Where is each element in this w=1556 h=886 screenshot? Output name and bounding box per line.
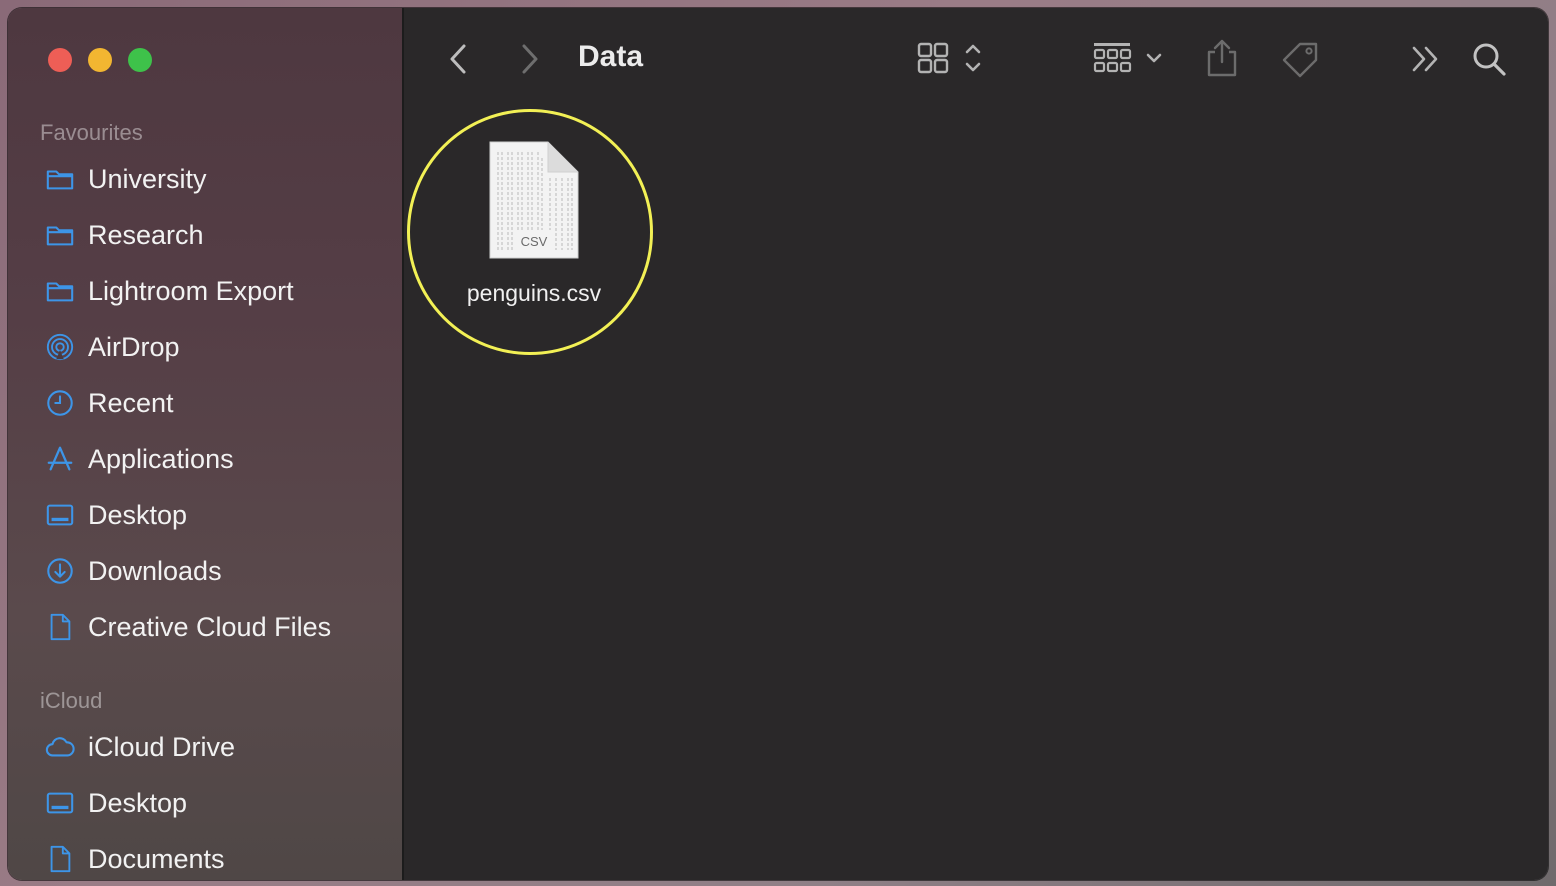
section-label-icloud: iCloud — [40, 688, 103, 713]
sidebar-item-recent[interactable]: Recent — [44, 383, 174, 423]
sidebar-item-university[interactable]: University — [44, 159, 207, 199]
sidebar-item-applications[interactable]: Applications — [44, 439, 234, 479]
sidebar-item-label: Documents — [88, 843, 225, 874]
forward-button[interactable] — [516, 42, 544, 76]
close-button[interactable] — [48, 48, 72, 72]
main-content: Data CSV penguins.csv — [404, 8, 1548, 880]
share-icon — [1207, 39, 1237, 77]
folder-icon — [44, 219, 76, 251]
file-item[interactable]: CSV penguins.csv — [444, 138, 624, 307]
search-button[interactable] — [1470, 40, 1508, 78]
tag-button[interactable] — [1280, 40, 1322, 78]
back-button[interactable] — [444, 42, 472, 76]
sidebar-item-label: Desktop — [88, 787, 188, 818]
file-type-badge: CSV — [520, 234, 548, 249]
sidebar-item-label: University — [88, 163, 207, 194]
sidebar-item-airdrop[interactable]: AirDrop — [44, 327, 180, 367]
sidebar-item-label: Downloads — [88, 555, 222, 586]
search-icon — [1473, 43, 1506, 76]
sidebar-item-documents[interactable]: Documents — [44, 839, 225, 879]
section-label-favourites: Favourites — [40, 120, 143, 145]
sidebar-item-label: AirDrop — [88, 331, 180, 362]
chevron-double-right-icon — [1412, 46, 1438, 72]
clock-icon — [44, 387, 76, 419]
chevron-left-icon — [450, 44, 466, 74]
sidebar-item-creative-cloud-files[interactable]: Creative Cloud Files — [44, 607, 331, 647]
zoom-button[interactable] — [128, 48, 152, 72]
finder-window: Favourites University Research Lightroom… — [8, 8, 1548, 880]
minimize-button[interactable] — [88, 48, 112, 72]
file-name: penguins.csv — [466, 280, 602, 306]
desktop-icon — [44, 787, 76, 819]
airdrop-icon — [44, 331, 76, 363]
sidebar-item-label: Lightroom Export — [88, 275, 294, 306]
icon-view-icon — [917, 42, 981, 74]
sidebar-item-label: Applications — [88, 443, 234, 474]
more-toolbar-button[interactable] — [1410, 44, 1442, 74]
sidebar-item-downloads[interactable]: Downloads — [44, 551, 222, 591]
folder-icon — [44, 275, 76, 307]
applications-icon — [44, 443, 76, 475]
sidebar-item-lightroom-export[interactable]: Lightroom Export — [44, 271, 294, 311]
download-icon — [44, 555, 76, 587]
folder-icon — [44, 163, 76, 195]
sidebar-item-label: Creative Cloud Files — [88, 611, 332, 642]
sidebar-item-label: Research — [88, 219, 204, 250]
cloud-icon — [44, 731, 76, 763]
document-icon — [44, 843, 76, 875]
sidebar-item-label: Desktop — [88, 499, 188, 530]
sidebar-item-desktop[interactable]: Desktop — [44, 495, 187, 535]
group-by-button[interactable] — [1092, 40, 1168, 78]
share-button[interactable] — [1204, 38, 1240, 78]
sidebar-item-research[interactable]: Research — [44, 215, 204, 255]
sidebar-item-icloud-drive[interactable]: iCloud Drive — [44, 727, 235, 767]
sidebar: Favourites University Research Lightroom… — [8, 8, 404, 880]
sidebar-item-icloud-desktop[interactable]: Desktop — [44, 783, 187, 823]
tag-icon — [1282, 42, 1318, 78]
window-title: Data — [578, 40, 644, 73]
grouping-icon — [1093, 43, 1162, 73]
toolbar: Data — [404, 8, 1548, 108]
sidebar-item-label: iCloud Drive — [88, 731, 236, 762]
document-icon — [44, 611, 76, 643]
window-controls — [48, 48, 152, 72]
view-mode-button[interactable] — [916, 40, 988, 78]
desktop-icon — [44, 499, 76, 531]
sidebar-item-label: Recent — [88, 387, 174, 418]
chevron-right-icon — [522, 44, 538, 74]
